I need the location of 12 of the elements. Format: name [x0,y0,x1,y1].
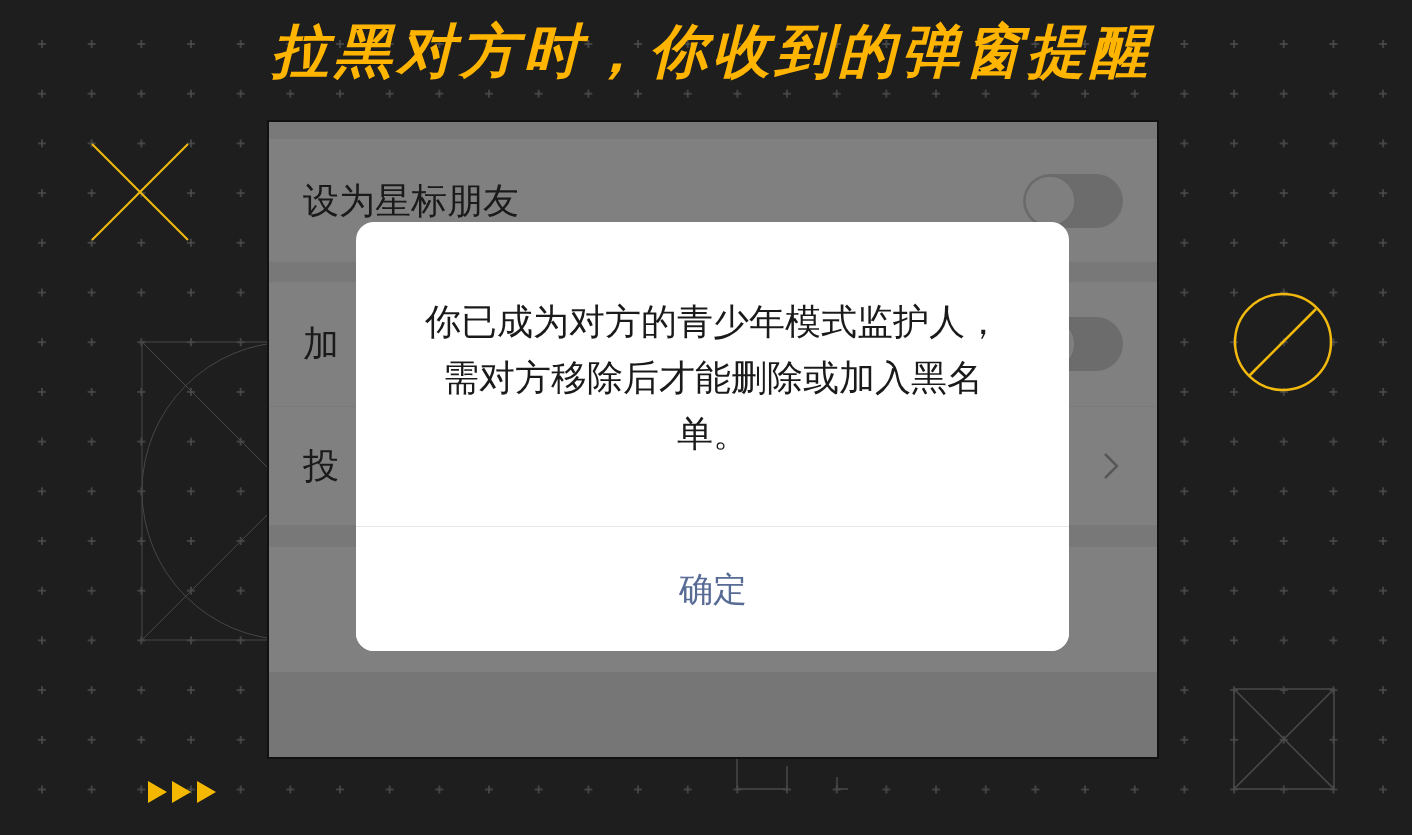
toggle-switch[interactable] [1023,173,1123,228]
toggle-switch[interactable] [1069,317,1123,371]
triple-triangle-icon [148,781,216,803]
confirm-button[interactable]: 确定 [356,526,1069,651]
dialog-message: 你已成为对方的青少年模式监护人，需对方移除后才能删除或加入黑名单。 [423,300,1002,456]
slashed-circle-icon [1233,292,1333,392]
setting-label: 加 [303,322,339,366]
poster-title: 拉黑对方时，你收到的弹窗提醒 [271,22,1153,80]
chevron-right-icon [1103,452,1119,480]
cross-mark-icon [91,143,189,241]
setting-label: 投 [303,444,339,488]
setting-label: 设为星标朋友 [303,178,519,223]
